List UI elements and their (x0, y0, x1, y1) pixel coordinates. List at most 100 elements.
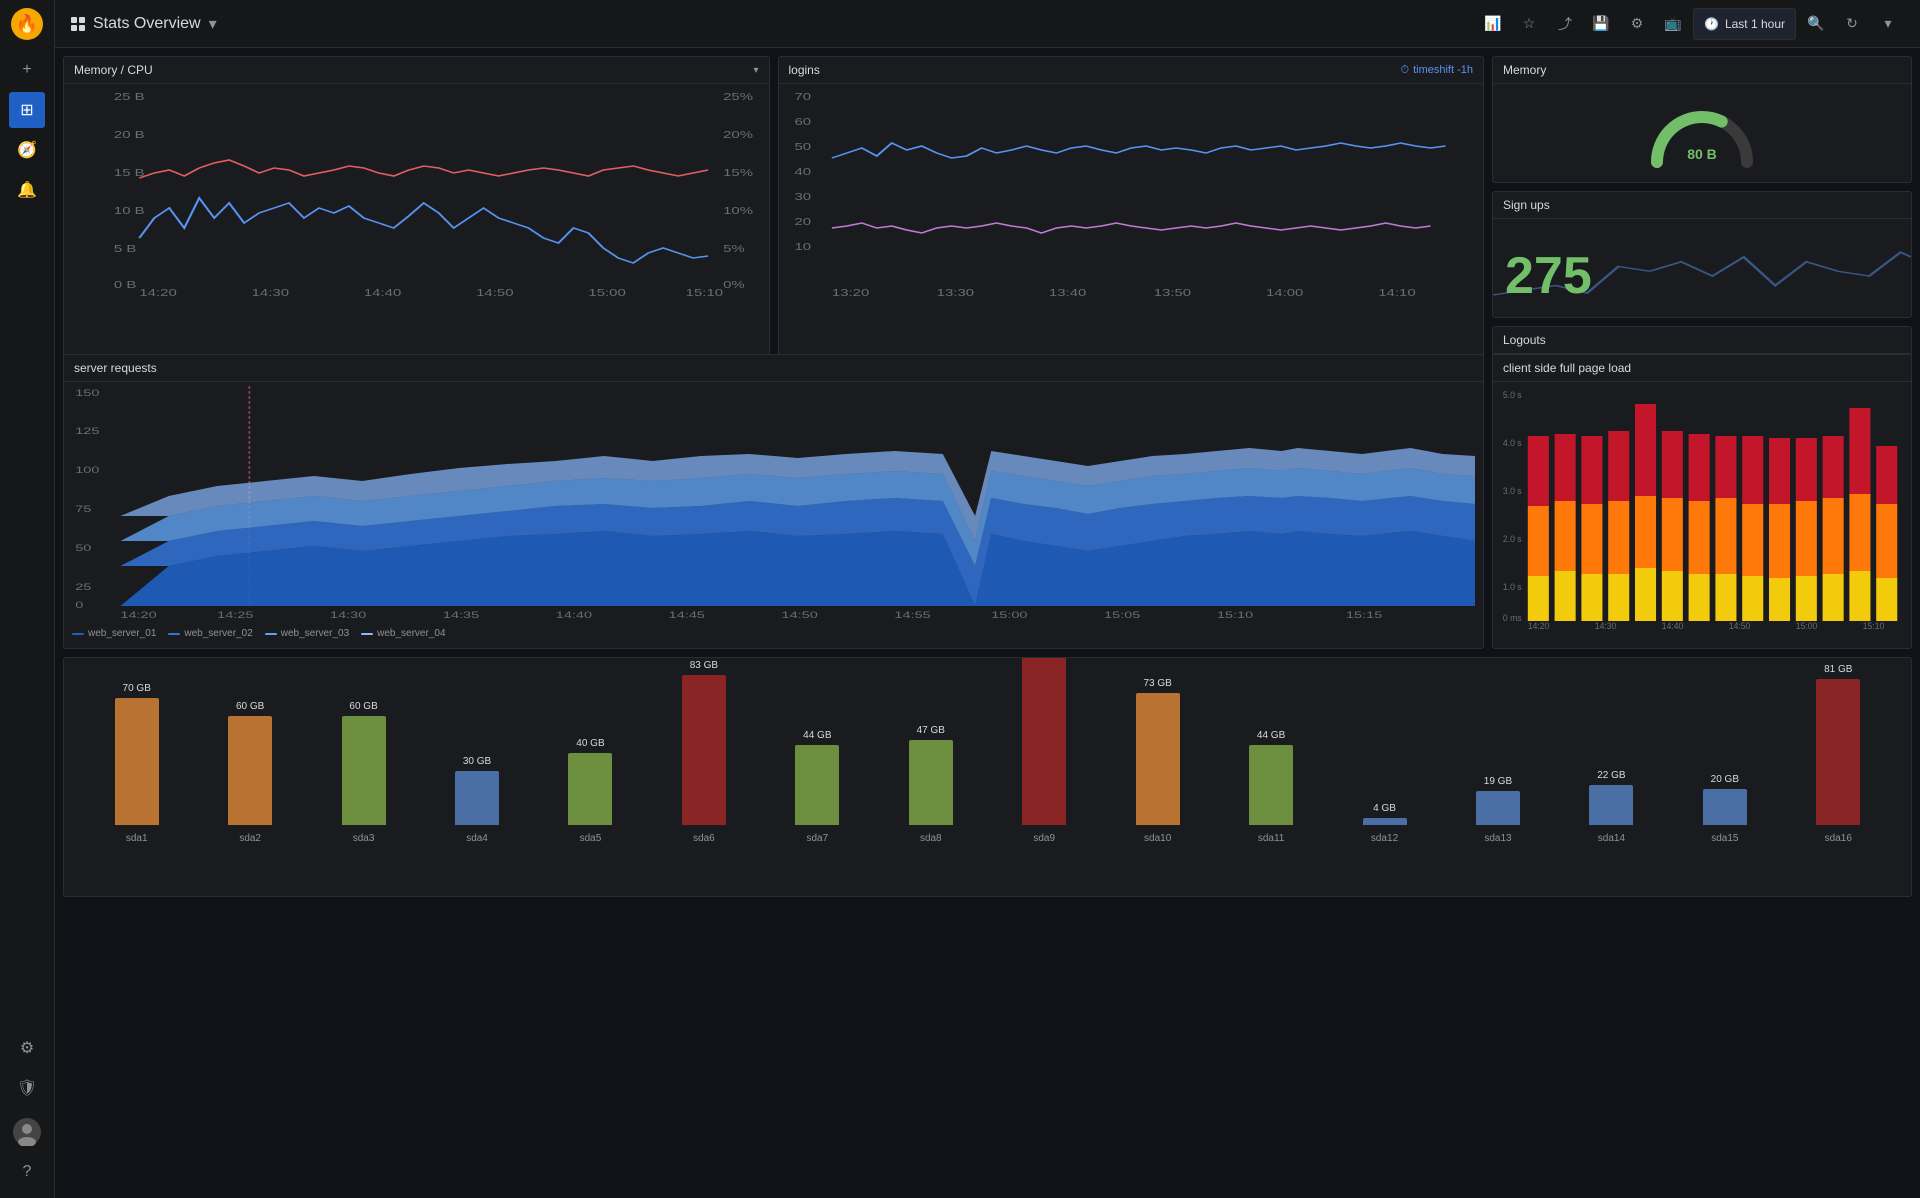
disk-bar-name-sda1: sda1 (126, 833, 148, 844)
star-button[interactable]: ☆ (1513, 8, 1545, 40)
memory-gauge-header: Memory (1493, 57, 1911, 84)
disk-bar-name-sda14: sda14 (1598, 833, 1625, 844)
disk-bar-rect-sda10 (1136, 693, 1180, 825)
disk-bar-name-sda3: sda3 (353, 833, 375, 844)
svg-text:14:25: 14:25 (217, 610, 254, 620)
disk-bar-rect-sda13 (1476, 791, 1520, 825)
svg-text:14:00: 14:00 (1265, 287, 1302, 298)
svg-text:0 ms: 0 ms (1503, 613, 1522, 623)
svg-text:5%: 5% (723, 243, 745, 255)
svg-text:5.0 s: 5.0 s (1503, 390, 1522, 400)
share-button[interactable]: ⤴ (1549, 8, 1581, 40)
disk-bar-sda14: 22 GB sda14 (1589, 770, 1633, 844)
time-range-picker[interactable]: 🕐 Last 1 hour (1693, 8, 1796, 40)
legend-ws2: web_server_02 (168, 628, 252, 639)
dashboard-content: Memory / CPU ▾ 25 B 20 B 15 B 10 B 5 B 0… (55, 48, 1920, 1198)
disk-bar-rect-sda8 (909, 740, 953, 825)
logouts-header: Logouts (1493, 327, 1911, 354)
disk-bar-label-sda1: 70 GB (123, 683, 151, 694)
disk-bar-label-sda16: 81 GB (1824, 664, 1852, 675)
svg-text:14:50: 14:50 (476, 287, 513, 298)
disk-bar-name-sda6: sda6 (693, 833, 715, 844)
disk-bar-name-sda5: sda5 (580, 833, 602, 844)
disk-bar-sda7: 44 GB sda7 (795, 730, 839, 844)
disk-bar-sda9: 94 GB sda9 (1022, 658, 1066, 844)
svg-text:15:10: 15:10 (1217, 610, 1254, 620)
svg-text:2.0 s: 2.0 s (1503, 534, 1522, 544)
chart-button[interactable]: 📊 (1477, 8, 1509, 40)
server-requests-panel: server requests 150 125 100 75 50 25 0 (63, 354, 1484, 649)
svg-text:0: 0 (75, 600, 83, 610)
disk-bar-name-sda13: sda13 (1484, 833, 1511, 844)
topbar: Stats Overview ▾ 📊 ☆ ⤴ 💾 ⚙ 📺 🕐 Last 1 ho… (55, 0, 1920, 48)
server-requests-content: 150 125 100 75 50 25 0 (64, 382, 1483, 645)
svg-text:15:05: 15:05 (1104, 610, 1141, 620)
refresh-button[interactable]: ↻ (1836, 8, 1868, 40)
sidebar-item-dashboard[interactable]: ⊞ (9, 92, 45, 128)
settings-button[interactable]: ⚙ (1621, 8, 1653, 40)
svg-text:14:40: 14:40 (556, 610, 593, 620)
disk-bar-name-sda2: sda2 (239, 833, 261, 844)
disk-bar-name-sda4: sda4 (466, 833, 488, 844)
sidebar-item-help[interactable]: ? (9, 1154, 45, 1190)
row-1: Memory / CPU ▾ 25 B 20 B 15 B 10 B 5 B 0… (63, 56, 1912, 346)
refresh-dropdown[interactable]: ▾ (1872, 8, 1904, 40)
disk-bar-rect-sda14 (1589, 785, 1633, 825)
disk-bar-label-sda15: 20 GB (1711, 774, 1739, 785)
page-load-header: client side full page load (1493, 355, 1911, 382)
svg-text:15:00: 15:00 (588, 287, 625, 298)
disk-bar-sda12: 4 GB sda12 (1363, 803, 1407, 844)
server-requests-header: server requests (64, 355, 1483, 382)
search-button[interactable]: 🔍 (1800, 8, 1832, 40)
disk-bar-name-sda11: sda11 (1258, 833, 1285, 844)
svg-text:15:10: 15:10 (686, 287, 723, 298)
disk-bar-name-sda7: sda7 (807, 833, 829, 844)
legend-ws3: web_server_03 (265, 628, 349, 639)
svg-text:14:50: 14:50 (782, 610, 819, 620)
row-2: server requests 150 125 100 75 50 25 0 (63, 354, 1912, 649)
svg-text:15:10: 15:10 (1863, 621, 1885, 631)
svg-text:40: 40 (794, 166, 811, 178)
svg-text:14:55: 14:55 (894, 610, 931, 620)
sidebar-item-add[interactable]: + (9, 52, 45, 88)
disk-bar-rect-sda16 (1816, 679, 1860, 825)
disk-chart-container: 70 GB sda1 60 GB sda2 60 GB sda3 30 GB s… (64, 658, 1911, 896)
sidebar-item-explore[interactable]: 🧭 (9, 132, 45, 168)
svg-text:20%: 20% (723, 129, 753, 141)
page-load-chart: 5.0 s 4.0 s 3.0 s 2.0 s 1.0 s 0 ms (1501, 386, 1903, 631)
app-logo[interactable]: 🔥 (11, 8, 43, 40)
disk-bar-rect-sda11 (1249, 745, 1293, 825)
disk-bar-rect-sda9 (1022, 658, 1066, 825)
svg-text:60: 60 (794, 116, 811, 128)
dropdown-icon[interactable]: ▾ (753, 65, 758, 76)
sign-ups-header: Sign ups (1493, 192, 1911, 219)
disk-bar-label-sda4: 30 GB (463, 756, 491, 767)
disk-bar-label-sda2: 60 GB (236, 701, 264, 712)
server-requests-title: server requests (74, 361, 157, 375)
disk-bar-sda1: 70 GB sda1 (115, 683, 159, 844)
svg-text:10: 10 (794, 241, 811, 253)
page-title: Stats Overview ▾ (93, 14, 1469, 34)
disk-bar-sda10: 73 GB sda10 (1136, 678, 1180, 844)
disk-bar-name-sda16: sda16 (1825, 833, 1852, 844)
disk-panel: 70 GB sda1 60 GB sda2 60 GB sda3 30 GB s… (63, 657, 1912, 897)
svg-text:14:40: 14:40 (1662, 621, 1684, 631)
svg-text:14:30: 14:30 (330, 610, 367, 620)
save-button[interactable]: 💾 (1585, 8, 1617, 40)
page-load-title: client side full page load (1503, 361, 1631, 375)
sidebar-item-alerts[interactable]: 🔔 (9, 172, 45, 208)
svg-text:150: 150 (75, 388, 100, 398)
svg-text:3.0 s: 3.0 s (1503, 486, 1522, 496)
disk-bars: 70 GB sda1 60 GB sda2 60 GB sda3 30 GB s… (80, 668, 1895, 848)
disk-bar-sda6: 83 GB sda6 (682, 660, 726, 844)
svg-text:15:00: 15:00 (991, 610, 1028, 620)
logins-title: logins (789, 63, 820, 77)
page-load-panel: client side full page load 5.0 s 4.0 s 3… (1492, 354, 1912, 649)
sidebar-item-shield[interactable]: 🛡 (9, 1070, 45, 1106)
disk-bar-name-sda12: sda12 (1371, 833, 1398, 844)
tv-button[interactable]: 📺 (1657, 8, 1689, 40)
dropdown-arrow[interactable]: ▾ (209, 14, 217, 34)
sidebar-item-settings[interactable]: ⚙ (9, 1030, 45, 1066)
sidebar-item-avatar[interactable] (9, 1114, 45, 1150)
main-area: Stats Overview ▾ 📊 ☆ ⤴ 💾 ⚙ 📺 🕐 Last 1 ho… (55, 0, 1920, 1198)
